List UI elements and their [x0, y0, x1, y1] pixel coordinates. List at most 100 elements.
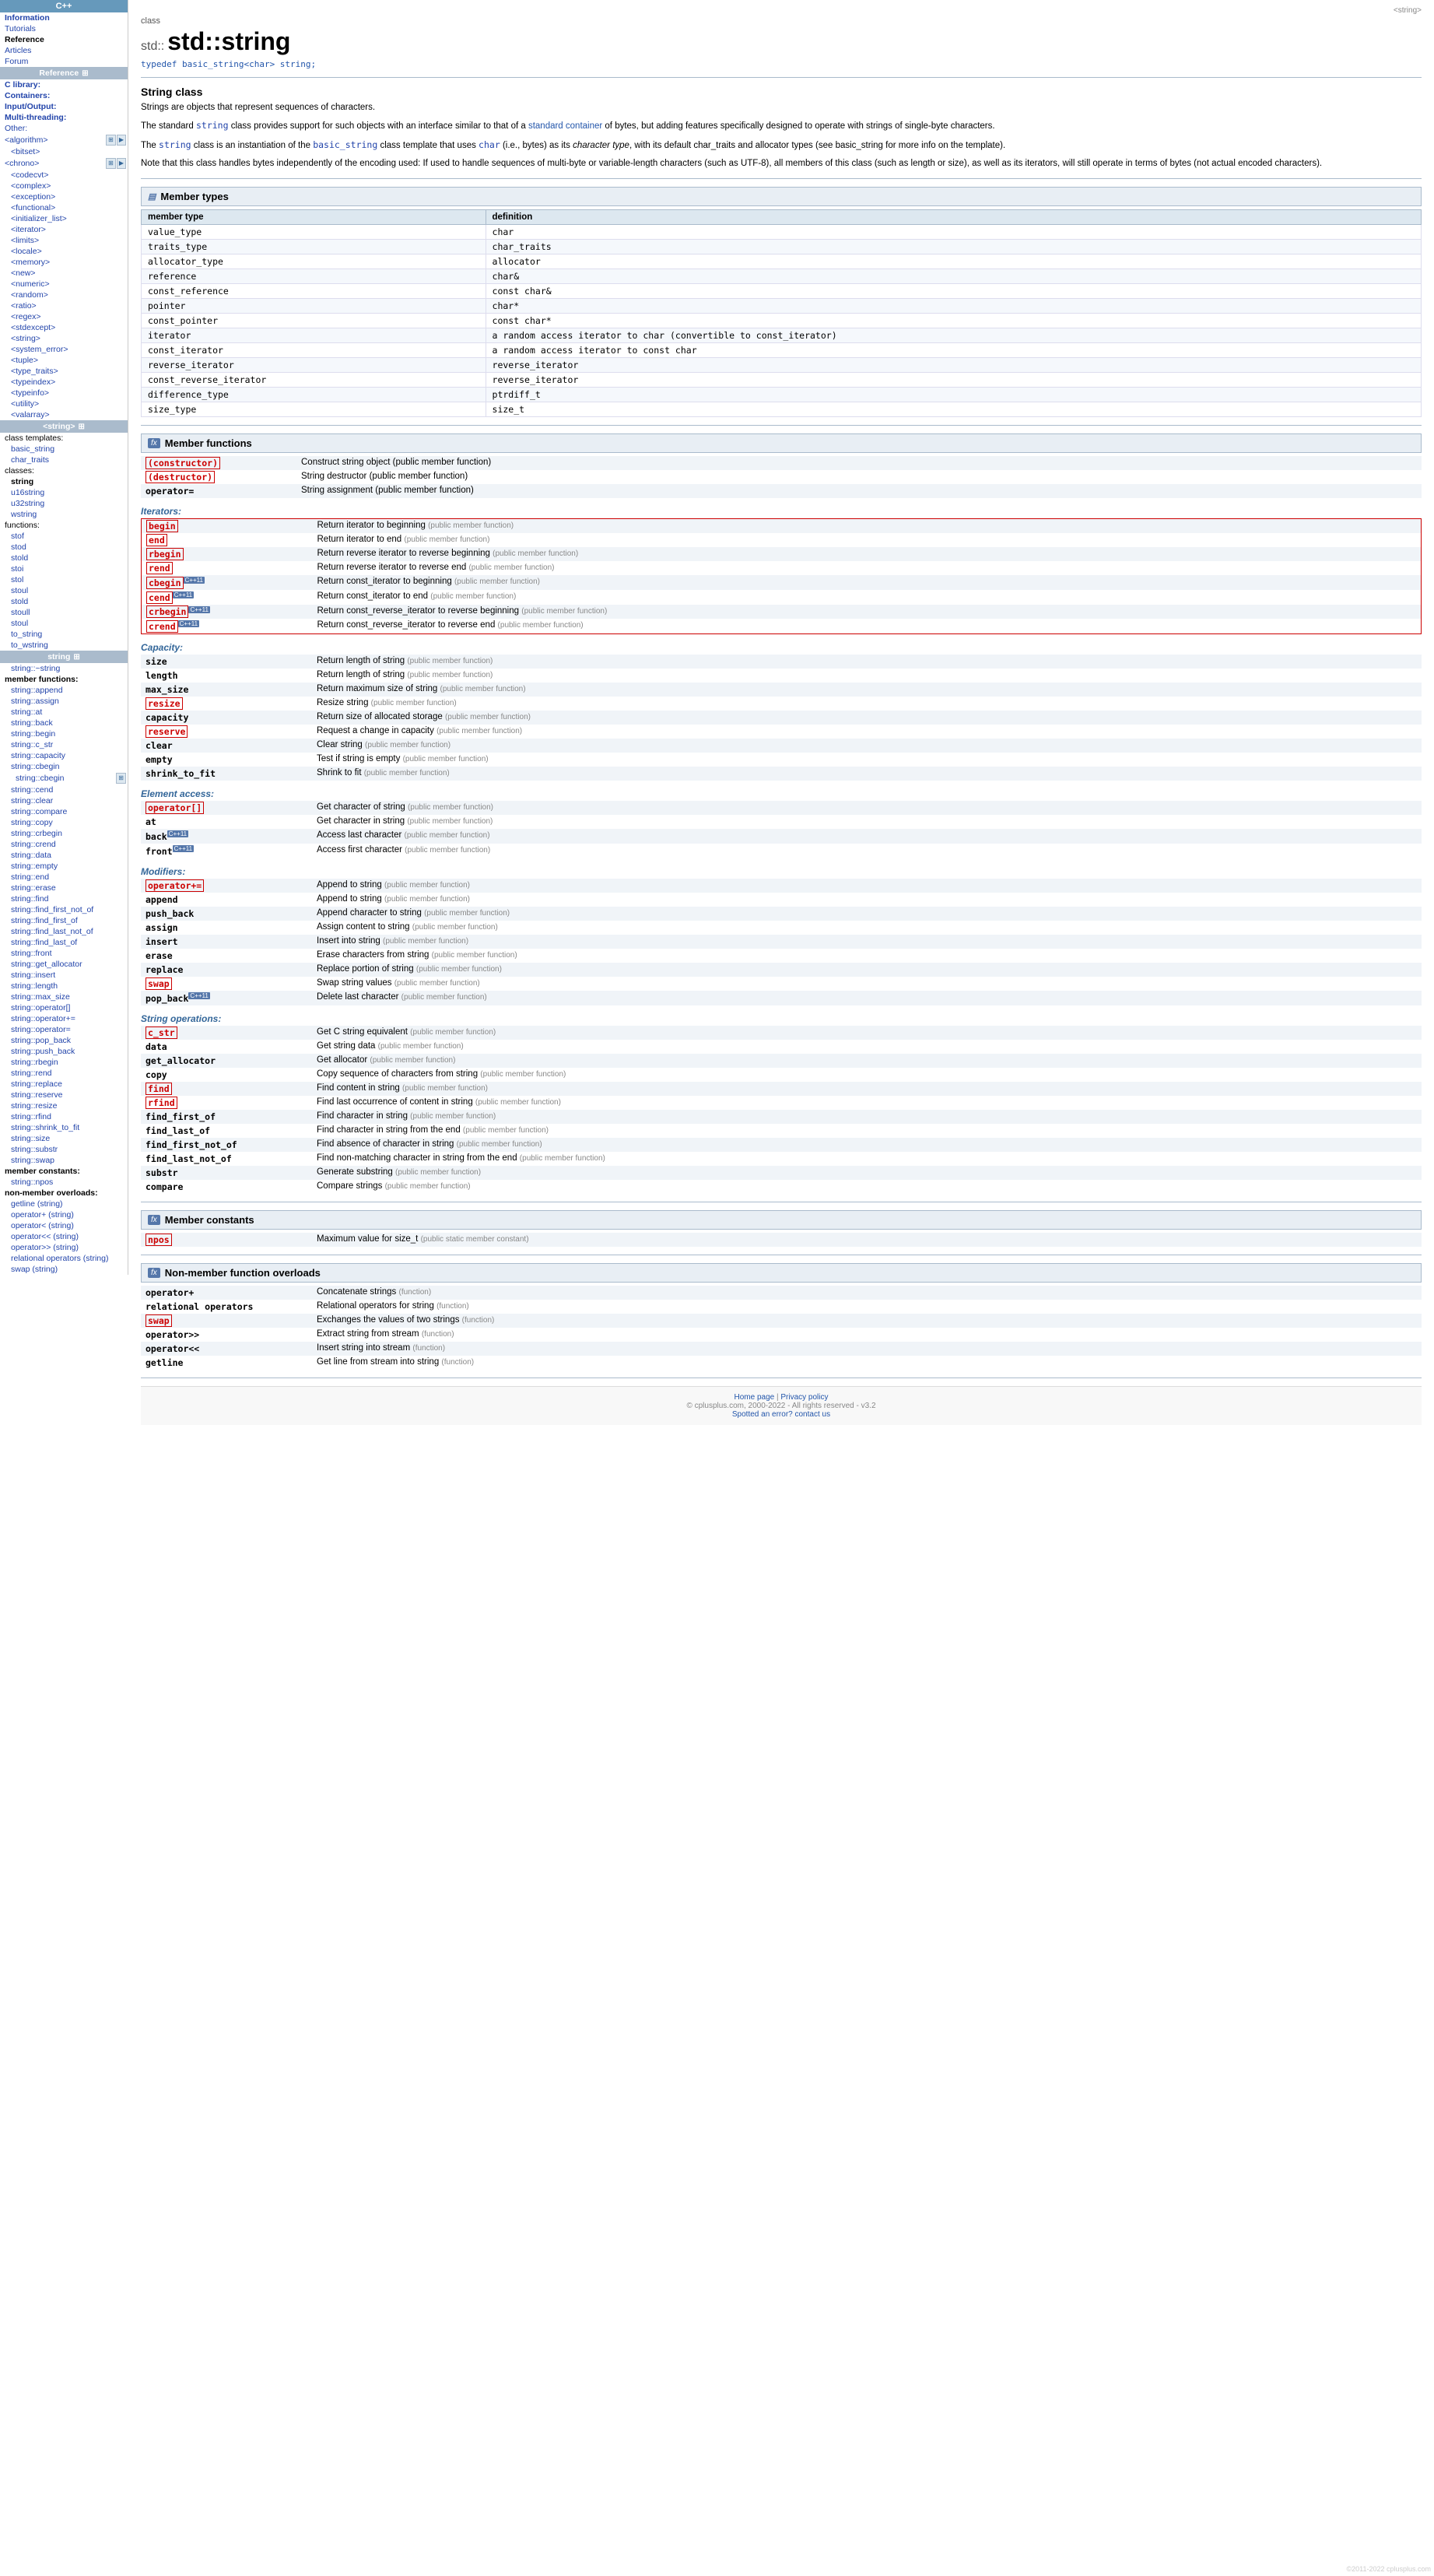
- sf-find-first-not-of[interactable]: string::find_first_not_of: [0, 904, 128, 915]
- sf-find-first-of[interactable]: string::find_first_of: [0, 915, 128, 926]
- func-name[interactable]: begin: [146, 520, 178, 532]
- sf-resize[interactable]: string::resize: [0, 1100, 128, 1111]
- sf-size[interactable]: string::size: [0, 1133, 128, 1144]
- header-type-traits[interactable]: <type_traits>: [0, 366, 128, 377]
- func-name[interactable]: resize: [146, 697, 183, 710]
- header-typeindex[interactable]: <typeindex>: [0, 377, 128, 388]
- func-name[interactable]: operator+=: [146, 879, 204, 892]
- func-name[interactable]: relational operators: [146, 1301, 253, 1312]
- func-name[interactable]: swap: [146, 977, 172, 990]
- header-stdexcept[interactable]: <stdexcept>: [0, 322, 128, 333]
- func-to-wstring[interactable]: to_wstring: [0, 640, 128, 651]
- sf-capacity[interactable]: string::capacity: [0, 750, 128, 761]
- header-limits[interactable]: <limits>: [0, 235, 128, 246]
- algorithm-icon2[interactable]: ▶: [117, 135, 126, 146]
- header-system-error[interactable]: <system_error>: [0, 344, 128, 355]
- func-name[interactable]: front: [146, 846, 173, 857]
- func-name[interactable]: rfind: [146, 1097, 177, 1109]
- sf-at[interactable]: string::at: [0, 707, 128, 718]
- sf-rend[interactable]: string::rend: [0, 1068, 128, 1079]
- chrono-icon1[interactable]: ⊞: [106, 158, 116, 169]
- func-stof[interactable]: stof: [0, 531, 128, 542]
- sf-operator-eq[interactable]: string::operator=: [0, 1024, 128, 1035]
- header-typeinfo[interactable]: <typeinfo>: [0, 388, 128, 398]
- func-name[interactable]: npos: [146, 1234, 172, 1246]
- func-name[interactable]: cend: [146, 591, 173, 604]
- func-stold[interactable]: stold: [0, 553, 128, 563]
- sf-end[interactable]: string::end: [0, 872, 128, 883]
- class-basic-string[interactable]: basic_string: [0, 444, 128, 454]
- func-to-string[interactable]: to_string: [0, 629, 128, 640]
- string-detail-icon[interactable]: ⊞: [73, 653, 79, 662]
- sf-reserve[interactable]: string::reserve: [0, 1090, 128, 1100]
- sf-copy[interactable]: string::copy: [0, 817, 128, 828]
- func-name[interactable]: substr: [146, 1167, 178, 1178]
- sf-rbegin[interactable]: string::rbegin: [0, 1057, 128, 1068]
- sf-crbegin[interactable]: string::crbegin: [0, 828, 128, 839]
- func-name[interactable]: find_last_of: [146, 1125, 210, 1136]
- nm-operator-lshift[interactable]: operator<< (string): [0, 1231, 128, 1242]
- func-name[interactable]: rend: [146, 562, 173, 574]
- sf-data[interactable]: string::data: [0, 850, 128, 861]
- sf-c-str[interactable]: string::c_str: [0, 739, 128, 750]
- header-numeric[interactable]: <numeric>: [0, 279, 128, 290]
- func-stoull[interactable]: stoull: [0, 607, 128, 618]
- sf-append[interactable]: string::append: [0, 685, 128, 696]
- func-name[interactable]: assign: [146, 922, 178, 933]
- footer-privacy[interactable]: Privacy policy: [780, 1393, 828, 1402]
- func-name[interactable]: insert: [146, 936, 178, 947]
- nm-relational-ops[interactable]: relational operators (string): [0, 1253, 128, 1264]
- nav-articles[interactable]: Articles: [0, 45, 128, 56]
- header-codecvt[interactable]: <codecvt>: [0, 170, 128, 181]
- func-name[interactable]: rbegin: [146, 548, 184, 560]
- func-name[interactable]: find: [146, 1083, 172, 1095]
- sf-shrink-to-fit[interactable]: string::shrink_to_fit: [0, 1122, 128, 1133]
- func-stod[interactable]: stod: [0, 542, 128, 553]
- sc-npos[interactable]: string::npos: [0, 1177, 128, 1188]
- func-name[interactable]: empty: [146, 754, 173, 765]
- func-name[interactable]: operator<<: [146, 1343, 199, 1354]
- string-destructor[interactable]: string::~string: [0, 663, 128, 674]
- header-regex[interactable]: <regex>: [0, 311, 128, 322]
- class-wstring[interactable]: wstring: [0, 509, 128, 520]
- header-new[interactable]: <new>: [0, 268, 128, 279]
- sf-pop-back[interactable]: string::pop_back: [0, 1035, 128, 1046]
- sf-operator-plus-eq[interactable]: string::operator+=: [0, 1013, 128, 1024]
- header-memory[interactable]: <memory>: [0, 257, 128, 268]
- class-char-traits[interactable]: char_traits: [0, 454, 128, 465]
- ref-io[interactable]: Input/Output:: [0, 101, 128, 112]
- class-string[interactable]: string: [0, 476, 128, 487]
- func-name[interactable]: length: [146, 670, 178, 681]
- header-valarray[interactable]: <valarray>: [0, 409, 128, 420]
- sf-insert[interactable]: string::insert: [0, 970, 128, 981]
- func-name[interactable]: find_last_not_of: [146, 1153, 232, 1164]
- header-exception[interactable]: <exception>: [0, 191, 128, 202]
- reference-header-icon[interactable]: ⊞: [82, 69, 88, 78]
- func-name[interactable]: operator>>: [146, 1329, 199, 1340]
- func-name[interactable]: data: [146, 1041, 167, 1052]
- sf-operator-brackets[interactable]: string::operator[]: [0, 1002, 128, 1013]
- nav-information[interactable]: Information: [0, 12, 128, 23]
- func-name[interactable]: clear: [146, 740, 173, 751]
- string-section-icon[interactable]: ⊞: [79, 423, 85, 431]
- func-stoul2[interactable]: stoul: [0, 618, 128, 629]
- nm-getline[interactable]: getline (string): [0, 1199, 128, 1209]
- sf-get-allocator[interactable]: string::get_allocator: [0, 959, 128, 970]
- ref-multithreading[interactable]: Multi-threading:: [0, 112, 128, 123]
- func-stold2[interactable]: stold: [0, 596, 128, 607]
- func-name[interactable]: compare: [146, 1181, 183, 1192]
- sf-max-size[interactable]: string::max_size: [0, 991, 128, 1002]
- class-u32string[interactable]: u32string: [0, 498, 128, 509]
- sf-find-last-not-of[interactable]: string::find_last_not_of: [0, 926, 128, 937]
- sf-begin[interactable]: string::begin: [0, 728, 128, 739]
- footer-contact[interactable]: contact us: [795, 1410, 831, 1419]
- func-name[interactable]: capacity: [146, 712, 188, 723]
- header-functional[interactable]: <functional>: [0, 202, 128, 213]
- sf-compare[interactable]: string::compare: [0, 806, 128, 817]
- func-name[interactable]: push_back: [146, 908, 194, 919]
- func-name[interactable]: reserve: [146, 725, 188, 738]
- func-name[interactable]: getline: [146, 1357, 183, 1368]
- func-stoul[interactable]: stoul: [0, 585, 128, 596]
- sf-erase[interactable]: string::erase: [0, 883, 128, 893]
- sf-find-last-of[interactable]: string::find_last_of: [0, 937, 128, 948]
